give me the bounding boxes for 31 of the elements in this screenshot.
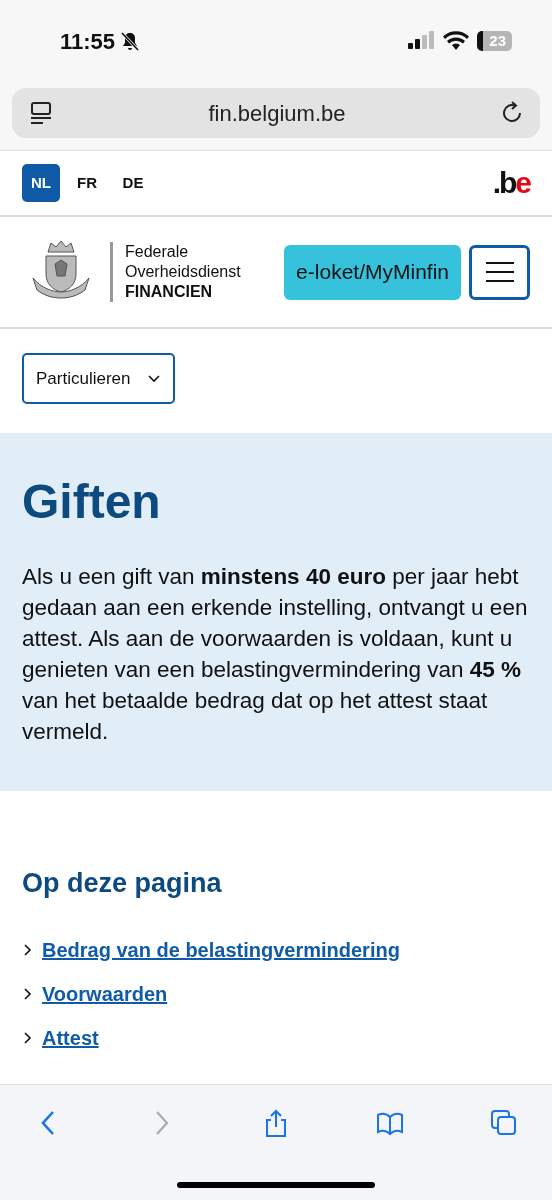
signal-icon — [407, 31, 436, 51]
forward-icon — [155, 1110, 169, 1136]
language-tab[interactable]: DE — [114, 164, 152, 202]
audience-dropdown[interactable]: Particulieren — [22, 353, 175, 404]
organisation-name: Federale Overheidsdienst — [125, 242, 241, 282]
menu-button[interactable] — [469, 244, 530, 300]
page-link[interactable]: Bedrag van de belastingvermindering — [42, 935, 400, 966]
section-heading: Op deze pagina — [22, 866, 223, 900]
page-title: Giften — [22, 474, 162, 530]
chevron-right-icon — [22, 987, 34, 1002]
back-icon — [41, 1110, 55, 1136]
page-link[interactable]: Attest — [42, 1023, 99, 1054]
login-button[interactable]: e-loket/MyMinfin — [284, 244, 461, 300]
organisation-name: FINANCIEN — [125, 282, 214, 302]
reader-icon — [28, 100, 54, 126]
tabs-icon — [490, 1109, 518, 1137]
wifi-icon — [443, 31, 470, 51]
language-tab[interactable]: FR — [68, 164, 106, 202]
intro-text: Als u een gift van minstens 40 euro per jaar hebt gedaan aan een erkende instelling, ontvangt u een attest. Als aan de voorwaarden is voldaan, kunt u genieten van een belastingvermindering van 45 % van het betaalde bedrag dat op het attest staat vermeld. — [22, 562, 529, 746]
chevron-right-icon — [22, 1031, 34, 1046]
muted-bell-icon — [119, 30, 142, 52]
address-bar[interactable]: fin.belgium.be — [12, 88, 540, 138]
url-text: fin.belgium.be — [208, 99, 346, 128]
language-tab[interactable]: NL — [22, 164, 60, 202]
chevron-right-icon — [22, 943, 34, 958]
page-link[interactable]: Voorwaarden — [42, 979, 168, 1010]
chevron-down-icon — [146, 373, 161, 384]
portal-logo[interactable]: .be — [492, 168, 530, 198]
menu-icon — [485, 262, 514, 282]
battery-indicator: 23 — [477, 31, 512, 51]
status-time: 11:55 — [60, 27, 116, 56]
